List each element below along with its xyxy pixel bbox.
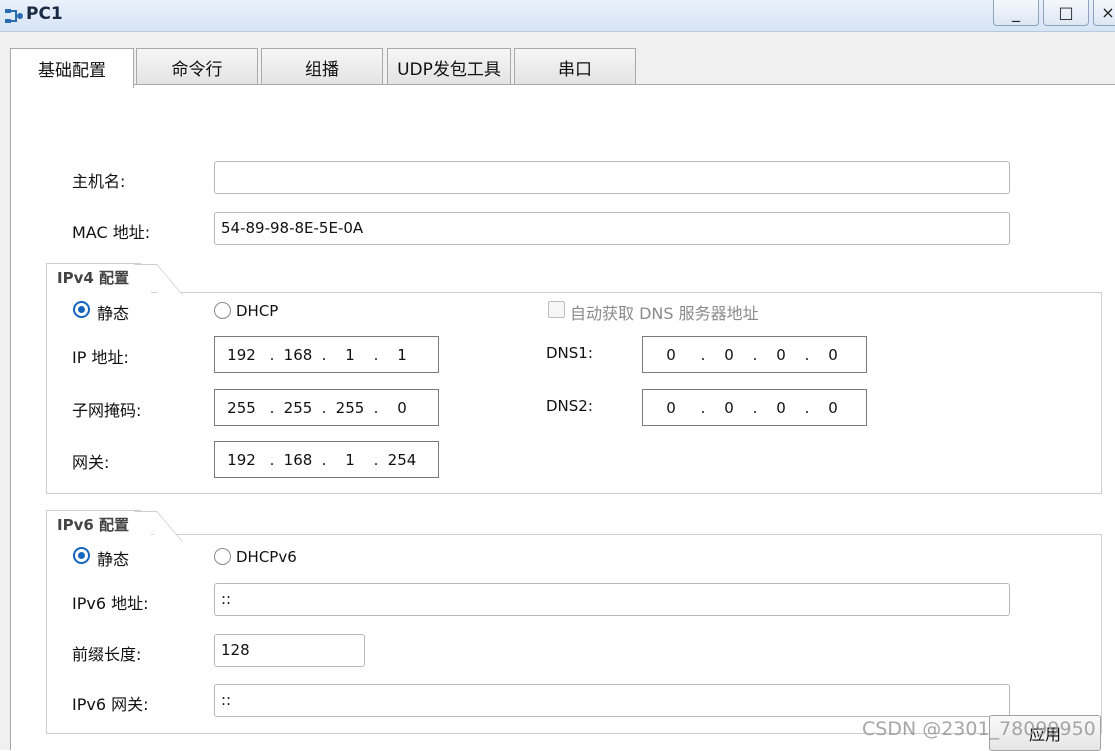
octet-separator: . xyxy=(804,398,810,417)
octet-separator: . xyxy=(752,398,758,417)
close-icon: × xyxy=(1101,3,1115,22)
tab-label: 组播 xyxy=(305,60,339,80)
gateway-label: 网关: xyxy=(72,453,110,472)
ipv6-gateway-input[interactable]: :: xyxy=(214,684,1010,717)
tab-content: 主机名: MAC 地址: 54-89-98-8E-5E-0A IPv4 配置 静… xyxy=(10,84,1115,750)
dns1-octet: 0 xyxy=(666,345,676,364)
tab-label: UDP发包工具 xyxy=(397,60,501,80)
tab-label: 串口 xyxy=(558,60,592,80)
ip-octet: 168 xyxy=(283,345,313,364)
prefix-length-input[interactable]: 128 xyxy=(214,634,365,667)
main-panel: 基础配置 命令行 组播 UDP发包工具 串口 主机名: MAC 地址: 54-8… xyxy=(0,32,1115,750)
minimize-button[interactable]: _ xyxy=(993,0,1039,26)
mask-octet: 255 xyxy=(335,398,365,417)
ip-octet: 1 xyxy=(397,345,407,364)
ipv6-static-radio[interactable] xyxy=(73,547,90,564)
auto-dns-checkbox[interactable] xyxy=(548,301,565,318)
ipv6-dhcp-label: DHCPv6 xyxy=(236,548,297,566)
ipv4-group-border xyxy=(151,292,1102,293)
ipv4-static-radio[interactable] xyxy=(73,301,90,318)
window-title: PC1 xyxy=(26,4,63,24)
maximize-icon: □ xyxy=(1058,3,1074,22)
maximize-button[interactable]: □ xyxy=(1043,0,1089,26)
dns1-octet: 0 xyxy=(724,345,734,364)
ipv6-gateway-label: IPv6 网关: xyxy=(72,695,149,714)
dns2-octet: 0 xyxy=(776,398,786,417)
ip-octet: 192 xyxy=(227,345,256,364)
dns1-label: DNS1: xyxy=(546,344,593,362)
octet-separator: . xyxy=(321,450,327,469)
mac-label: MAC 地址: xyxy=(72,223,151,242)
subnet-mask-label: 子网掩码: xyxy=(72,401,142,420)
gateway-octet: 168 xyxy=(283,450,313,469)
close-button[interactable]: × xyxy=(1093,0,1115,26)
dns2-octet: 0 xyxy=(666,398,676,417)
ipv6-dhcp-radio[interactable] xyxy=(214,548,231,565)
hostname-input[interactable] xyxy=(214,161,1010,194)
ip-address-label: IP 地址: xyxy=(72,348,129,367)
ipv6-group-title: IPv6 配置 xyxy=(46,510,141,540)
mask-octet: 0 xyxy=(397,398,407,417)
octet-separator: . xyxy=(373,345,379,364)
mac-input[interactable]: 54-89-98-8E-5E-0A xyxy=(214,212,1010,245)
octet-separator: . xyxy=(373,450,379,469)
mask-octet: 255 xyxy=(283,398,313,417)
ipv6-address-label: IPv6 地址: xyxy=(72,594,149,613)
network-icon xyxy=(5,9,23,23)
octet-separator: . xyxy=(269,450,275,469)
tab-label: 基础配置 xyxy=(38,61,106,81)
gateway-field[interactable]: 192. 168. 1. 254 xyxy=(214,441,439,478)
ipv4-static-label: 静态 xyxy=(97,304,130,323)
dns2-label: DNS2: xyxy=(546,397,593,415)
tab-multicast[interactable]: 组播 xyxy=(261,48,383,86)
octet-separator: . xyxy=(804,345,810,364)
octet-separator: . xyxy=(752,345,758,364)
octet-separator: . xyxy=(321,398,327,417)
window-titlebar: PC1 _ □ × xyxy=(0,0,1115,32)
ip-octet: 1 xyxy=(345,345,355,364)
gateway-octet: 1 xyxy=(345,450,355,469)
tab-command-line[interactable]: 命令行 xyxy=(136,48,258,86)
subnet-mask-field[interactable]: 255. 255. 255. 0 xyxy=(214,389,439,426)
dns2-octet: 0 xyxy=(828,398,838,417)
gateway-octet: 254 xyxy=(387,450,417,469)
octet-separator: . xyxy=(321,345,327,364)
dns1-octet: 0 xyxy=(828,345,838,364)
minimize-icon: _ xyxy=(1012,3,1020,22)
ipv4-dhcp-label: DHCP xyxy=(236,302,279,320)
tab-udp-tool[interactable]: UDP发包工具 xyxy=(387,48,511,86)
prefix-length-label: 前缀长度: xyxy=(72,645,142,664)
octet-separator: . xyxy=(373,398,379,417)
octet-separator: . xyxy=(269,398,275,417)
octet-separator: . xyxy=(700,345,706,364)
dns2-field[interactable]: 0. 0. 0. 0 xyxy=(642,389,867,426)
auto-dns-label: 自动获取 DNS 服务器地址 xyxy=(570,304,759,323)
ipv4-dhcp-radio[interactable] xyxy=(214,302,231,319)
gateway-octet: 192 xyxy=(227,450,256,469)
ipv6-group-border xyxy=(151,534,1102,535)
octet-separator: . xyxy=(269,345,275,364)
hostname-label: 主机名: xyxy=(72,172,126,191)
dns2-octet: 0 xyxy=(724,398,734,417)
tab-serial[interactable]: 串口 xyxy=(514,48,636,86)
dns1-field[interactable]: 0. 0. 0. 0 xyxy=(642,336,867,373)
tab-basic-config[interactable]: 基础配置 xyxy=(10,48,134,88)
ipv4-group-title: IPv4 配置 xyxy=(46,263,141,293)
watermark: CSDN @2301_78099950 xyxy=(862,718,1096,740)
ip-address-field[interactable]: 192. 168. 1. 1 xyxy=(214,336,439,373)
mask-octet: 255 xyxy=(227,398,256,417)
dns1-octet: 0 xyxy=(776,345,786,364)
ipv6-static-label: 静态 xyxy=(97,550,130,569)
ipv6-address-input[interactable]: :: xyxy=(214,583,1010,616)
tab-label: 命令行 xyxy=(171,60,223,80)
octet-separator: . xyxy=(700,398,706,417)
